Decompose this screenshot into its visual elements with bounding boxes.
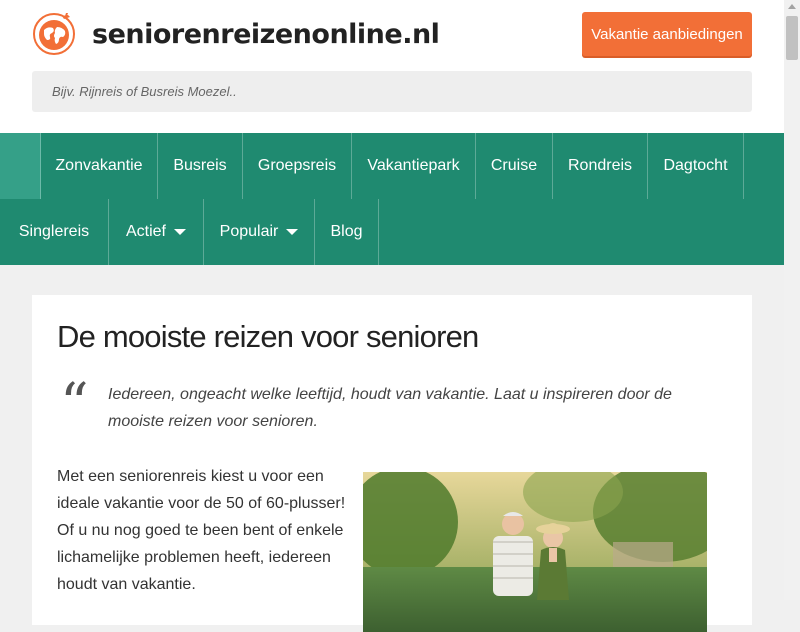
caret-down-icon xyxy=(286,229,299,235)
intro-paragraph: Met een seniorenreis kiest u voor een id… xyxy=(57,468,346,593)
senior-couple-photo xyxy=(363,472,707,632)
nav-home-item[interactable] xyxy=(0,133,41,199)
nav-item-blog[interactable]: Blog xyxy=(315,199,379,265)
site-header: seniorenreizenonline.nl Vakantie aanbied… xyxy=(0,0,784,133)
nav-row-1: Zonvakantie Busreis Groepsreis Vakantiep… xyxy=(0,133,744,199)
quote-icon: “ xyxy=(60,372,89,437)
page-title: De mooiste reizen voor senioren xyxy=(57,319,479,354)
nav-item-populair[interactable]: Populair xyxy=(204,199,315,265)
nav-item-zonvakantie[interactable]: Zonvakantie xyxy=(41,133,158,199)
main-content: De mooiste reizen voor senioren “ Iedere… xyxy=(32,295,752,632)
page-scrollbar[interactable] xyxy=(784,0,800,600)
vacation-deals-button[interactable]: Vakantie aanbiedingen xyxy=(582,12,752,56)
main-navigation: Zonvakantie Busreis Groepsreis Vakantiep… xyxy=(0,133,784,265)
site-name: seniorenreizenonline.nl xyxy=(92,18,440,50)
caret-down-icon xyxy=(174,229,186,235)
nav-item-rondreis[interactable]: Rondreis xyxy=(553,133,648,199)
nav-item-vakantiepark[interactable]: Vakantiepark xyxy=(352,133,476,199)
nav-item-cruise[interactable]: Cruise xyxy=(476,133,553,199)
scrollbar-thumb[interactable] xyxy=(786,16,798,60)
search-input[interactable] xyxy=(32,71,752,112)
nav-row-2: Singlereis Actief Populair Blog xyxy=(0,199,379,265)
site-logo[interactable]: seniorenreizenonline.nl xyxy=(32,12,440,56)
nav-item-singlereis[interactable]: Singlereis xyxy=(0,199,109,265)
nav-item-dagtocht[interactable]: Dagtocht xyxy=(648,133,744,199)
nav-item-populair-label: Populair xyxy=(219,223,279,240)
nav-item-busreis[interactable]: Busreis xyxy=(158,133,243,199)
scroll-up-arrow-icon[interactable] xyxy=(788,4,796,9)
nav-item-actief-label: Actief xyxy=(125,223,166,240)
intro-quote: Iedereen, ongeacht welke leeftijd, houdt… xyxy=(108,386,672,430)
globe-plane-logo-icon xyxy=(33,13,75,55)
nav-item-actief[interactable]: Actief xyxy=(109,199,204,265)
nav-item-groepsreis[interactable]: Groepsreis xyxy=(243,133,352,199)
